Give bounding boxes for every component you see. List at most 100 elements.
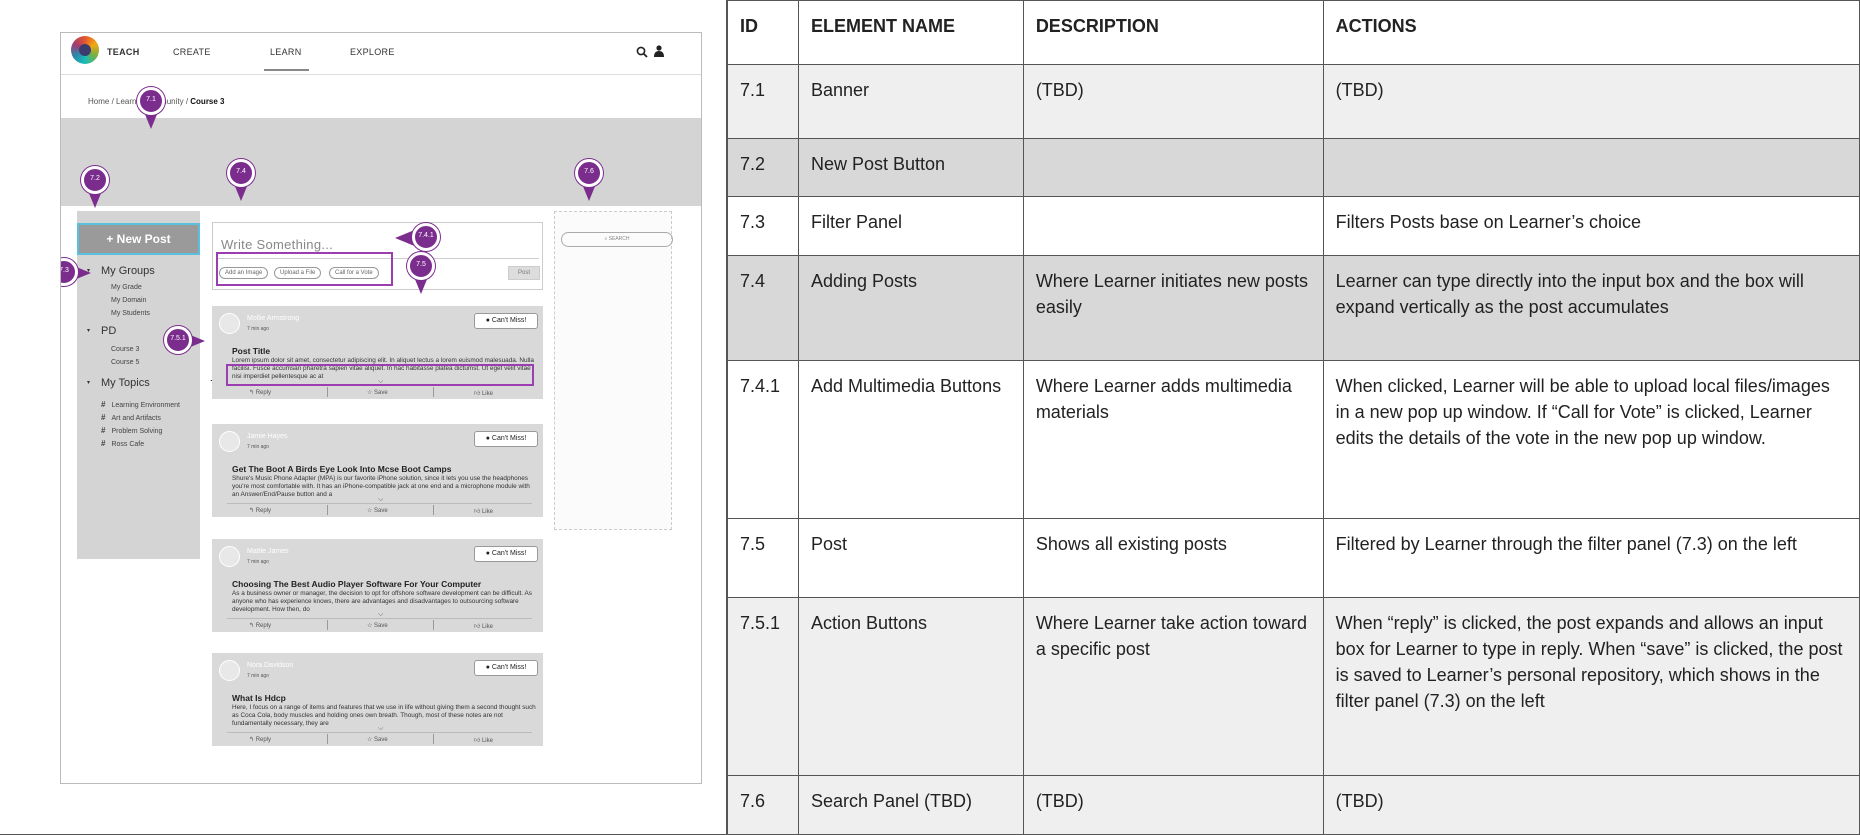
cell-id: 7.5 xyxy=(727,517,799,599)
nav-explore[interactable]: EXPLORE xyxy=(350,47,395,57)
post-author[interactable]: Jamie Hayes xyxy=(247,433,287,440)
like-button[interactable]: 👍︎ Like xyxy=(474,507,493,515)
cant-miss-button[interactable]: ● Can't Miss! xyxy=(474,660,538,676)
spec-row: 7.3 Filter Panel Filters Posts base on Lea… xyxy=(727,196,1860,256)
write-input[interactable]: Write Something... xyxy=(221,237,333,252)
avatar[interactable] xyxy=(219,313,240,334)
nav-teach[interactable]: TEACH xyxy=(107,47,140,57)
reply-button[interactable]: ↰ Reply xyxy=(249,389,271,396)
save-label: Save xyxy=(374,623,388,629)
reply-label: Reply xyxy=(255,508,272,514)
search-input[interactable]: ⌕ SEARCH xyxy=(561,232,673,247)
cant-miss-button[interactable]: ● Can't Miss! xyxy=(474,431,538,447)
wireframe-mockup: TEACH CREATE LEARN EXPLORE Home / Learn … xyxy=(60,32,702,784)
marker-label: 7.1 xyxy=(146,96,156,103)
divider xyxy=(433,387,434,397)
post-author[interactable]: Mattie James xyxy=(247,548,289,555)
cant-miss-button[interactable]: ● Can't Miss! xyxy=(474,546,538,562)
header-element-name: ELEMENT NAME xyxy=(797,0,1024,65)
cell-actions: When clicked, Learner will be able to up… xyxy=(1322,360,1860,519)
cant-miss-label: Can't Miss! xyxy=(491,435,527,442)
nav-learn[interactable]: LEARN xyxy=(270,47,302,57)
divider xyxy=(327,505,328,515)
header-actions: ACTIONS xyxy=(1322,0,1860,65)
avatar[interactable] xyxy=(219,660,240,681)
user-icon[interactable] xyxy=(654,45,664,57)
avatar[interactable] xyxy=(219,431,240,452)
post-author[interactable]: Mollie Armstrong xyxy=(247,315,299,322)
filter-course-3[interactable]: Course 3 xyxy=(111,346,139,353)
callout-marker: 7.4 xyxy=(224,159,264,207)
cell-actions: Filtered by Learner through the filter p… xyxy=(1322,517,1860,599)
filter-my-grade[interactable]: My Grade xyxy=(111,284,142,291)
post-actions: ↰ Reply ☆ Save 👍︎ Like xyxy=(227,503,532,516)
cell-element-name: Search Panel (TBD) xyxy=(797,775,1024,835)
like-label: Like xyxy=(481,624,493,630)
reply-button[interactable]: ↰ Reply xyxy=(249,622,271,629)
reply-button[interactable]: ↰ Reply xyxy=(249,736,271,743)
reply-button[interactable]: ↰ Reply xyxy=(249,507,271,514)
marker-label: 7.6 xyxy=(584,168,594,175)
post-actions: ↰ Reply ☆ Save 👍︎ Like xyxy=(227,385,532,398)
post-body: As a business owner or manager, the deci… xyxy=(232,590,532,614)
topic-learning-environment[interactable]: Learning Environment xyxy=(101,400,180,409)
topic-problem-solving[interactable]: Problem Solving xyxy=(101,426,162,435)
post-title[interactable]: Get The Boot A Birds Eye Look Into Mcse … xyxy=(232,464,451,474)
like-button[interactable]: 👍︎ Like xyxy=(474,622,493,630)
topic-ross-cafe[interactable]: Ross Cafe xyxy=(101,439,144,448)
callout-marker: 7.2 xyxy=(78,166,118,214)
cell-actions xyxy=(1322,137,1860,198)
avatar[interactable] xyxy=(219,546,240,567)
post-card: Mattie James 7 min ago ● Can't Miss! Choosi… xyxy=(212,539,543,632)
save-button[interactable]: ☆ Save xyxy=(367,622,388,629)
save-button[interactable]: ☆ Save xyxy=(367,507,388,514)
cell-element-name: Filter Panel xyxy=(797,196,1024,256)
post-card: Nora Davidson 7 min ago ● Can't Miss! What … xyxy=(212,653,543,746)
cell-description: Where Learner adds multimedia materials xyxy=(1022,360,1324,519)
post-time: 7 min ago xyxy=(247,559,269,565)
logo[interactable] xyxy=(71,36,99,64)
callout-marker: 7.5 xyxy=(404,252,444,300)
top-nav: TEACH CREATE LEARN EXPLORE xyxy=(61,33,701,75)
divider xyxy=(433,620,434,630)
filter-pd[interactable]: PD xyxy=(101,325,116,337)
topic-art-and-artifacts[interactable]: Art and Artifacts xyxy=(101,413,160,422)
marker-circle: 7.4 xyxy=(227,159,255,187)
cell-actions: Filters Posts base on Learner’s choice xyxy=(1322,196,1860,256)
spec-row: 7.1 Banner (TBD) (TBD) xyxy=(727,64,1860,139)
post-body: Here, I focus on a range of items and fe… xyxy=(232,704,536,728)
filter-my-groups[interactable]: My Groups xyxy=(101,265,155,277)
post-time: 7 min ago xyxy=(247,673,269,679)
marker-label: 7.5.1 xyxy=(170,335,186,342)
filter-my-topics[interactable]: My Topics xyxy=(101,377,150,389)
reply-label: Reply xyxy=(255,737,272,743)
marker-circle: 7.5.1 xyxy=(164,326,192,354)
cell-description: Where Learner initiates new posts easily xyxy=(1022,254,1324,362)
post-title[interactable]: Post Title xyxy=(232,346,270,356)
filter-my-domain[interactable]: My Domain xyxy=(111,297,146,304)
post-author[interactable]: Nora Davidson xyxy=(247,662,293,669)
cell-id: 7.4.1 xyxy=(727,360,799,519)
spec-row: 7.5.1 Action Buttons Where Learner take ac… xyxy=(727,597,1860,777)
save-button[interactable]: ☆ Save xyxy=(367,389,388,396)
marker-circle: 7.1 xyxy=(137,87,165,115)
like-button[interactable]: 👍︎ Like xyxy=(474,389,493,397)
divider xyxy=(327,734,328,744)
post-actions: ↰ Reply ☆ Save 👍︎ Like xyxy=(227,618,532,631)
save-button[interactable]: ☆ Save xyxy=(367,736,388,743)
cant-miss-button[interactable]: ● Can't Miss! xyxy=(474,313,538,329)
post-title[interactable]: What Is Hdcp xyxy=(232,693,286,703)
new-post-button[interactable]: + New Post xyxy=(77,223,200,255)
nav-create[interactable]: CREATE xyxy=(173,47,211,57)
search-icon[interactable] xyxy=(636,46,648,58)
breadcrumb-current: Course 3 xyxy=(190,97,225,106)
like-button[interactable]: 👍︎ Like xyxy=(474,736,493,744)
save-label: Save xyxy=(374,508,388,514)
post-title[interactable]: Choosing The Best Audio Player Software … xyxy=(232,579,481,589)
cell-description xyxy=(1022,196,1324,256)
filter-course-5[interactable]: Course 5 xyxy=(111,359,139,366)
marker-label: 7.5 xyxy=(416,261,426,268)
page: TEACH CREATE LEARN EXPLORE Home / Learn … xyxy=(0,0,1860,835)
filter-my-students[interactable]: My Students xyxy=(111,310,150,317)
post-button[interactable]: Post xyxy=(508,266,540,280)
